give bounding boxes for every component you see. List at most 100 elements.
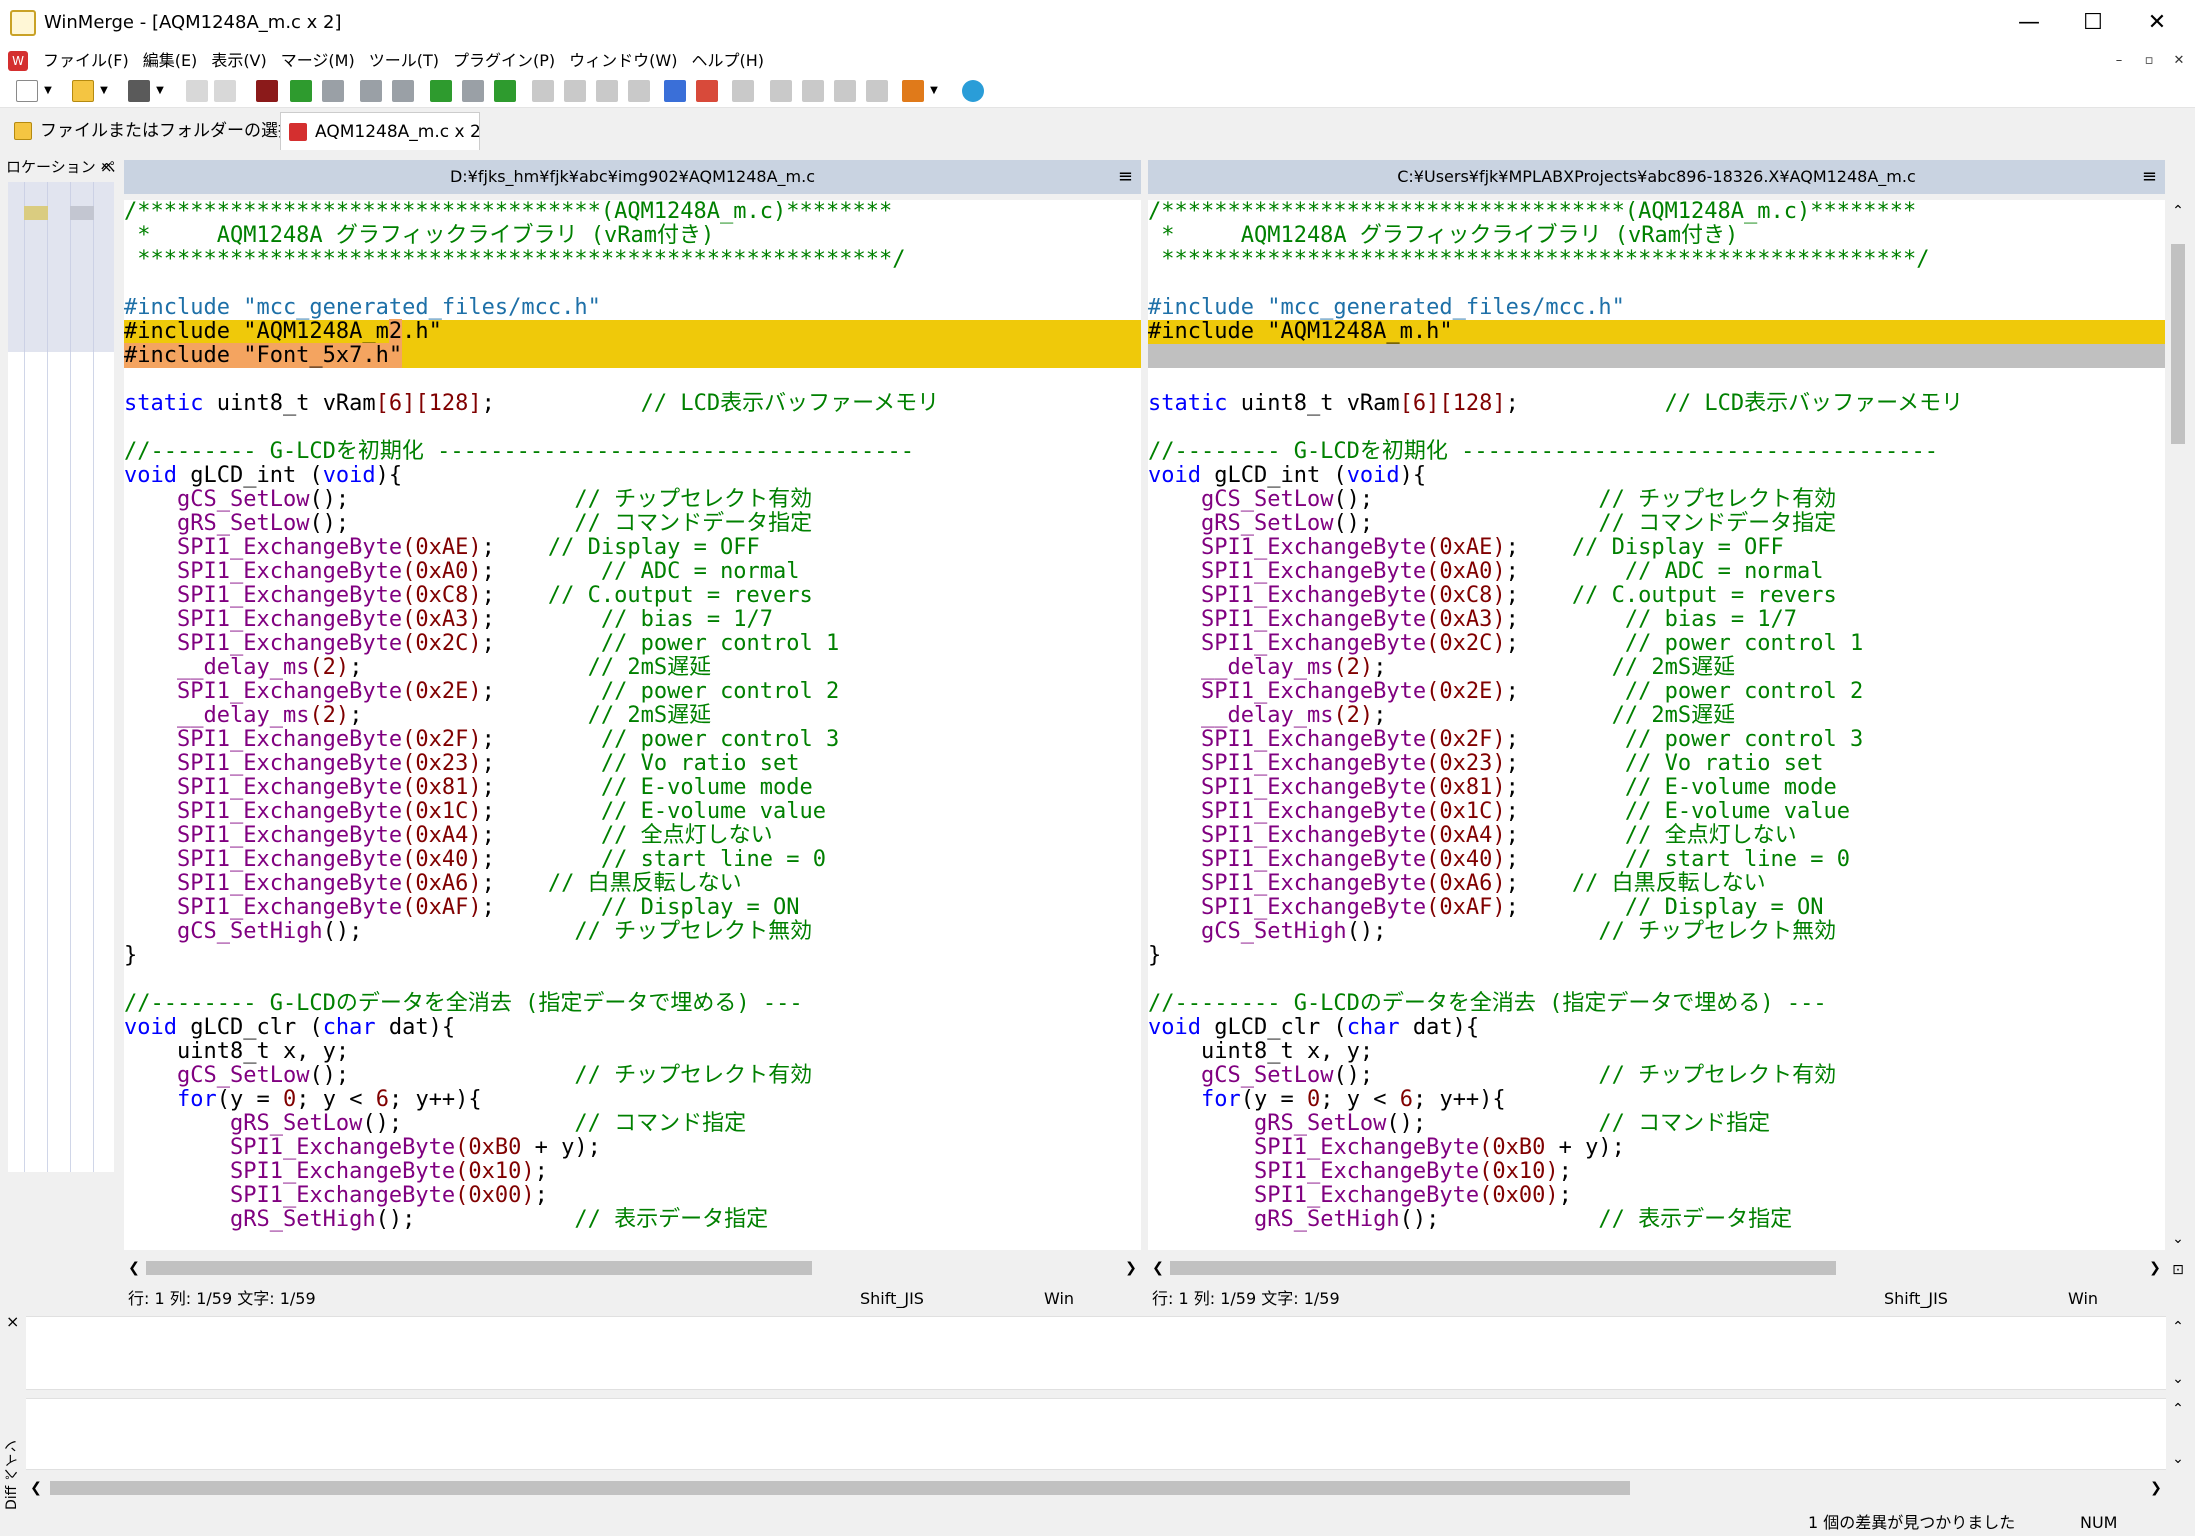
right-code-line[interactable] (1148, 416, 2165, 440)
copy-left-icon[interactable] (564, 80, 586, 102)
right-code-line[interactable] (1148, 344, 2165, 368)
right-code-line[interactable]: SPI1_ExchangeByte(0x23); // Vo ratio set (1148, 752, 2165, 776)
left-code-line[interactable]: SPI1_ExchangeByte(0x23); // Vo ratio set (124, 752, 1141, 776)
left-code-line[interactable]: gCS_SetLow(); // チップセレクト有効 (124, 488, 1141, 512)
menu-window[interactable]: ウィンドウ(W) (562, 46, 684, 76)
left-code-line[interactable]: SPI1_ExchangeByte(0xB0 + y); (124, 1136, 1141, 1160)
open-dropdown-icon[interactable]: ▼ (98, 80, 110, 102)
merge-icon[interactable] (732, 80, 754, 102)
menu-plugins[interactable]: プラグイン(P) (446, 46, 562, 76)
right-code-line[interactable]: SPI1_ExchangeByte(0x2E); // power contro… (1148, 680, 2165, 704)
current-diff-icon[interactable] (430, 80, 452, 102)
right-code-line[interactable]: static uint8_t vRam[6][128]; // LCD表示バッフ… (1148, 392, 2165, 416)
diff-bottom-scroll-up-icon[interactable]: ⌃ (2166, 1398, 2190, 1420)
left-code-line[interactable]: /***********************************(AQM… (124, 200, 1141, 224)
prev-diff-icon[interactable] (322, 80, 344, 102)
right-code-line[interactable]: gCS_SetHigh(); // チップセレクト無効 (1148, 920, 2165, 944)
right-code-line[interactable]: SPI1_ExchangeByte(0xC8); // C.output = r… (1148, 584, 2165, 608)
mdi-close-button[interactable]: ✕ (2165, 50, 2193, 72)
left-code-line[interactable]: uint8_t x, y; (124, 1040, 1141, 1064)
left-scroll-right-icon[interactable]: ❯ (1121, 1256, 1141, 1280)
left-code-line[interactable]: void gLCD_clr (char dat){ (124, 1016, 1141, 1040)
left-code-line[interactable]: void gLCD_int (void){ (124, 464, 1141, 488)
new-dropdown-icon[interactable]: ▼ (42, 80, 54, 102)
left-code-line[interactable]: //-------- G-LCDを初期化 -------------------… (124, 440, 1141, 464)
left-code-line[interactable]: //-------- G-LCDのデータを全消去 (指定データで埋める) --- (124, 992, 1141, 1016)
right-code-line[interactable]: gRS_SetLow(); // コマンド指定 (1148, 1112, 2165, 1136)
right-code-line[interactable]: } (1148, 944, 2165, 968)
left-code-line[interactable]: static uint8_t vRam[6][128]; // LCD表示バッフ… (124, 392, 1141, 416)
right-code-line[interactable]: SPI1_ExchangeByte(0x00); (1148, 1184, 2165, 1208)
left-pane-menu-icon[interactable]: ≡ (1118, 160, 1133, 194)
next-conflict-icon[interactable] (462, 80, 484, 102)
right-code-line[interactable]: for(y = 0; y < 6; y++){ (1148, 1088, 2165, 1112)
location-viewport[interactable] (8, 182, 114, 352)
diff-top-view[interactable] (26, 1316, 2166, 1390)
right-code-line[interactable]: __delay_ms(2); // 2mS遅延 (1148, 704, 2165, 728)
location-map[interactable] (8, 182, 114, 1172)
maximize-button[interactable]: ☐ (2061, 0, 2125, 46)
left-code-line[interactable]: SPI1_ExchangeByte(0xA0); // ADC = normal (124, 560, 1141, 584)
right-scroll-left-icon[interactable]: ❮ (1148, 1256, 1168, 1280)
left-code-line[interactable]: gRS_SetHigh(); // 表示データ指定 (124, 1208, 1141, 1232)
first-icon[interactable] (770, 80, 792, 102)
options-icon[interactable] (902, 80, 924, 102)
left-code-line[interactable]: #include "Font_5x7.h" (124, 343, 1141, 368)
diff-bottom-scrollbar[interactable]: ⌃ ⌄ (2166, 1398, 2190, 1470)
diff-scroll-right-icon[interactable]: ❯ (2146, 1476, 2166, 1500)
right-code-line[interactable]: gRS_SetHigh(); // 表示データ指定 (1148, 1208, 2165, 1232)
left-code-line[interactable]: ****************************************… (124, 248, 1141, 272)
minimize-button[interactable]: — (1997, 0, 2061, 46)
right-code-line[interactable]: gRS_SetLow(); // コマンドデータ指定 (1148, 512, 2165, 536)
left-code-line[interactable]: SPI1_ExchangeByte(0x10); (124, 1160, 1141, 1184)
right-code-line[interactable]: /***********************************(AQM… (1148, 200, 2165, 224)
left-code-line[interactable]: SPI1_ExchangeByte(0xA6); // 白黒反転しない (124, 872, 1141, 896)
vertical-scroll-thumb[interactable] (2171, 244, 2185, 444)
mdi-minimize-button[interactable]: – (2105, 50, 2133, 72)
menu-view[interactable]: 表示(V) (204, 46, 273, 76)
save-icon[interactable] (128, 80, 150, 102)
first-diff-icon[interactable] (360, 80, 382, 102)
right-code-line[interactable] (1148, 368, 2165, 392)
right-code-line[interactable]: gCS_SetLow(); // チップセレクト有効 (1148, 488, 2165, 512)
diff-bottom-view[interactable] (26, 1398, 2166, 1470)
left-code-line[interactable]: gRS_SetLow(); // コマンドデータ指定 (124, 512, 1141, 536)
next-icon[interactable] (834, 80, 856, 102)
menu-help[interactable]: ヘルプ(H) (684, 46, 771, 76)
menu-edit[interactable]: 編集(E) (136, 46, 205, 76)
right-scroll-thumb[interactable] (1170, 1261, 1836, 1275)
left-code-line[interactable]: gCS_SetHigh(); // チップセレクト無効 (124, 920, 1141, 944)
copy-right-advance-icon[interactable] (596, 80, 618, 102)
resize-grip-icon[interactable]: ⊡ (2166, 1258, 2190, 1282)
close-button[interactable]: ✕ (2125, 0, 2189, 46)
scroll-down-icon[interactable]: ⌄ (2166, 1228, 2190, 1250)
right-code-line[interactable] (1148, 968, 2165, 992)
document-icon[interactable]: W (8, 51, 28, 71)
diff-horizontal-scrollbar[interactable]: ❮ ❯ (26, 1476, 2166, 1500)
right-code-line[interactable]: SPI1_ExchangeByte(0xA4); // 全点灯しない (1148, 824, 2165, 848)
right-pane-menu-icon[interactable]: ≡ (2142, 160, 2157, 194)
right-code-line[interactable]: //-------- G-LCDを初期化 -------------------… (1148, 440, 2165, 464)
left-code-line[interactable]: __delay_ms(2); // 2mS遅延 (124, 656, 1141, 680)
right-code-line[interactable]: SPI1_ExchangeByte(0xAF); // Display = ON (1148, 896, 2165, 920)
right-code-line[interactable]: void gLCD_int (void){ (1148, 464, 2165, 488)
copy-left-advance-icon[interactable] (628, 80, 650, 102)
undo-icon[interactable] (186, 80, 208, 102)
location-pane-close-button[interactable]: × (100, 154, 116, 180)
right-code-line[interactable]: uint8_t x, y; (1148, 1040, 2165, 1064)
left-code-line[interactable]: SPI1_ExchangeByte(0x2E); // power contro… (124, 680, 1141, 704)
left-code-line[interactable]: SPI1_ExchangeByte(0xC8); // C.output = r… (124, 584, 1141, 608)
left-code-line[interactable]: SPI1_ExchangeByte(0xA4); // 全点灯しない (124, 824, 1141, 848)
left-code-view[interactable]: /***********************************(AQM… (124, 200, 1141, 1250)
right-code-line[interactable]: #include "mcc_generated_files/mcc.h" (1148, 296, 2165, 320)
left-code-line[interactable]: gRS_SetLow(); // コマンド指定 (124, 1112, 1141, 1136)
left-code-line[interactable]: SPI1_ExchangeByte(0xAF); // Display = ON (124, 896, 1141, 920)
next-diff-icon[interactable] (290, 80, 312, 102)
left-code-line[interactable] (124, 416, 1141, 440)
left-code-line[interactable]: } (124, 944, 1141, 968)
diff-bottom-scroll-down-icon[interactable]: ⌄ (2166, 1448, 2190, 1470)
left-scroll-left-icon[interactable]: ❮ (124, 1256, 144, 1280)
right-code-line[interactable]: SPI1_ExchangeByte(0xAE); // Display = OF… (1148, 536, 2165, 560)
menu-tools[interactable]: ツール(T) (362, 46, 446, 76)
prev-icon[interactable] (802, 80, 824, 102)
